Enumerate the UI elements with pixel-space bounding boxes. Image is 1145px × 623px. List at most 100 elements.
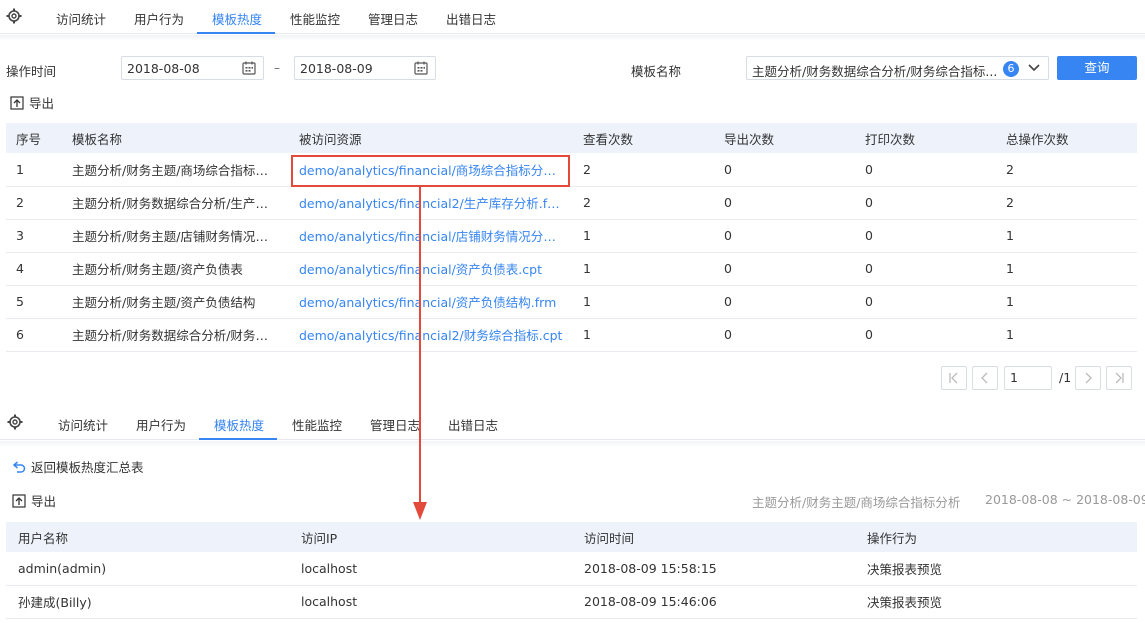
export-label: 导出 [29, 96, 55, 111]
gear-icon[interactable] [7, 414, 23, 430]
cell-action: 决策报表预览 [855, 585, 1137, 619]
cell-exports: 0 [714, 219, 855, 253]
col-time: 访问时间 [572, 522, 855, 552]
table-header-row: 序号 模板名称 被访问资源 查看次数 导出次数 打印次数 总操作次数 [6, 123, 1137, 153]
tab-error-log[interactable]: 出错日志 [446, 9, 496, 28]
col-index: 序号 [6, 123, 62, 153]
selected-count-badge: 6 [1003, 61, 1019, 77]
tab-admin-log[interactable]: 管理日志 [368, 9, 418, 28]
cell-user-name: 孙建成(Billy) [6, 585, 289, 619]
cell-total: 1 [996, 285, 1137, 319]
export-button[interactable]: 导出 [12, 491, 56, 510]
cell-prints: 0 [855, 186, 996, 220]
table-row[interactable]: 5 主题分析/财务主题/资产负债结构 demo/analytics/financ… [6, 285, 1137, 319]
cell-time: 2018-08-09 15:46:06 [572, 585, 855, 619]
query-button[interactable]: 查询 [1057, 56, 1137, 80]
resource-link[interactable]: demo/analytics/financial/商场综合指标分析.frm [289, 153, 573, 187]
cell-prints: 0 [855, 219, 996, 253]
resource-link[interactable]: demo/analytics/financial/店铺财务情况分析.frm [289, 219, 573, 253]
resource-link[interactable]: demo/analytics/financial2/生产库存分析.frm [289, 186, 573, 220]
cell-action: 决策报表预览 [855, 552, 1137, 586]
cell-index: 2 [6, 186, 62, 220]
cell-exports: 0 [714, 153, 855, 187]
first-page-button[interactable] [941, 366, 967, 390]
tab-performance[interactable]: 性能监控 [290, 9, 340, 28]
tab-admin-log[interactable]: 管理日志 [370, 415, 420, 434]
cell-template-name: 主题分析/财务主题/资产负债表 [62, 252, 289, 286]
start-date-field[interactable]: 2018-08-08 [121, 56, 264, 80]
export-icon [12, 493, 26, 508]
gear-icon[interactable] [6, 8, 22, 24]
cell-prints: 0 [855, 318, 996, 352]
col-prints: 打印次数 [855, 123, 996, 153]
col-total: 总操作次数 [996, 123, 1137, 153]
prev-page-button[interactable] [972, 366, 998, 390]
cell-exports: 0 [714, 252, 855, 286]
table-row[interactable]: 6 主题分析/财务数据综合分析/财务综合... demo/analytics/f… [6, 318, 1137, 352]
cell-views: 1 [573, 252, 714, 286]
col-resource: 被访问资源 [289, 123, 573, 153]
table-row[interactable]: 2 主题分析/财务数据综合分析/生产库存... demo/analytics/f… [6, 186, 1137, 220]
cell-exports: 0 [714, 285, 855, 319]
cell-template-name: 主题分析/财务数据综合分析/财务综合... [62, 318, 289, 352]
cell-views: 1 [573, 285, 714, 319]
export-icon [10, 95, 24, 110]
active-tab-indicator [199, 438, 277, 440]
col-template-name: 模板名称 [62, 123, 289, 153]
cell-template-name: 主题分析/财务主题/资产负债结构 [62, 285, 289, 319]
cell-template-name: 主题分析/财务数据综合分析/生产库存... [62, 186, 289, 220]
summary-table: 序号 模板名称 被访问资源 查看次数 导出次数 打印次数 总操作次数 1 主题分… [6, 123, 1137, 352]
detail-tab-bar: 访问统计 用户行为 模板热度 性能监控 管理日志 出错日志 [0, 406, 1145, 440]
col-exports: 导出次数 [714, 123, 855, 153]
page-input[interactable]: 1 [1004, 366, 1052, 390]
active-tab-indicator [197, 32, 275, 34]
date-separator: – [274, 61, 280, 75]
table-row[interactable]: 3 主题分析/财务主题/店铺财务情况分析 demo/analytics/fina… [6, 219, 1137, 253]
cell-time: 2018-08-09 15:58:15 [572, 552, 855, 586]
resource-link[interactable]: demo/analytics/financial2/财务综合指标.cpt [289, 318, 573, 352]
table-row: 孙建成(Billy) localhost 2018-08-09 15:46:06… [6, 585, 1137, 619]
tab-user-behavior[interactable]: 用户行为 [136, 415, 186, 434]
col-views: 查看次数 [573, 123, 714, 153]
template-select-value: 主题分析/财务数据综合分析/财务综合指标... [752, 64, 998, 79]
tab-template-heat[interactable]: 模板热度 [212, 9, 262, 28]
table-row[interactable]: 1 主题分析/财务主题/商场综合指标分析 demo/analytics/fina… [6, 153, 1137, 187]
template-select[interactable]: 主题分析/财务数据综合分析/财务综合指标... 6 [746, 56, 1049, 80]
cell-ip: localhost [289, 585, 572, 619]
chevron-right-icon [1085, 372, 1092, 384]
col-ip: 访问IP [289, 522, 572, 552]
table-row[interactable]: 4 主题分析/财务主题/资产负债表 demo/analytics/financi… [6, 252, 1137, 286]
page-total: /1 [1059, 370, 1072, 385]
col-user-name: 用户名称 [6, 522, 289, 552]
tab-access-stats[interactable]: 访问统计 [56, 9, 106, 28]
template-label: 模板名称 [631, 64, 682, 79]
end-date-value: 2018-08-09 [300, 61, 373, 76]
cell-index: 3 [6, 219, 62, 253]
cell-template-name: 主题分析/财务主题/店铺财务情况分析 [62, 219, 289, 253]
export-button[interactable]: 导出 [10, 93, 54, 112]
cell-prints: 0 [855, 153, 996, 187]
end-date-field[interactable]: 2018-08-09 [294, 56, 436, 80]
cell-total: 1 [996, 318, 1137, 352]
tab-error-log[interactable]: 出错日志 [448, 415, 498, 434]
table-row: admin(admin) localhost 2018-08-09 15:58:… [6, 552, 1137, 586]
first-page-icon [949, 372, 958, 384]
tab-performance[interactable]: 性能监控 [292, 415, 342, 434]
divider [0, 441, 1145, 447]
tab-access-stats[interactable]: 访问统计 [58, 415, 108, 434]
cell-prints: 0 [855, 252, 996, 286]
resource-link[interactable]: demo/analytics/financial/资产负债结构.frm [289, 285, 573, 319]
last-page-button[interactable] [1106, 366, 1132, 390]
calendar-icon[interactable] [242, 61, 256, 75]
chevron-down-icon[interactable] [1027, 63, 1041, 73]
tab-template-heat[interactable]: 模板热度 [214, 415, 264, 434]
next-page-button[interactable] [1075, 366, 1101, 390]
cell-index: 4 [6, 252, 62, 286]
calendar-icon[interactable] [414, 61, 428, 75]
time-label: 操作时间 [6, 64, 57, 79]
cell-index: 5 [6, 285, 62, 319]
tab-user-behavior[interactable]: 用户行为 [134, 9, 184, 28]
resource-link[interactable]: demo/analytics/financial/资产负债表.cpt [289, 252, 573, 286]
back-label: 返回模板热度汇总表 [31, 460, 144, 475]
back-link[interactable]: 返回模板热度汇总表 [12, 457, 144, 476]
